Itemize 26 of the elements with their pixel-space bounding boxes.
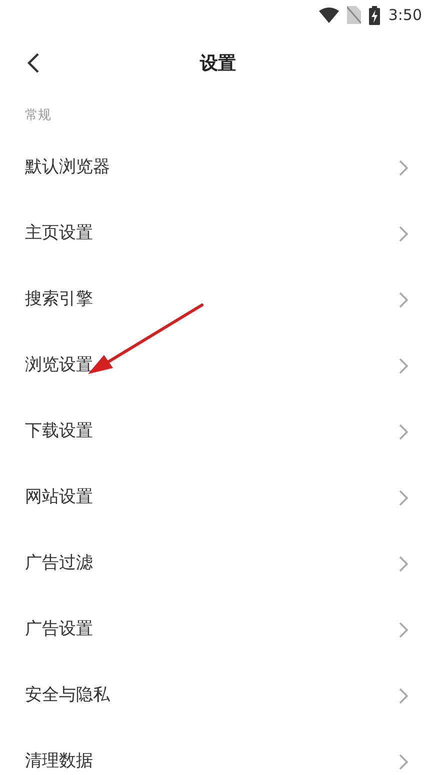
page-title: 设置 xyxy=(200,52,236,76)
chevron-right-icon xyxy=(399,754,408,770)
settings-item[interactable]: 安全与隐私 xyxy=(0,663,436,729)
settings-item[interactable]: 广告设置 xyxy=(0,597,436,663)
clock-time: 3:50 xyxy=(388,4,422,26)
chevron-right-icon xyxy=(399,292,408,308)
wifi-icon xyxy=(319,7,340,23)
settings-item[interactable]: 网站设置 xyxy=(0,465,436,531)
settings-item[interactable]: 主页设置 xyxy=(0,201,436,267)
chevron-right-icon xyxy=(399,358,408,374)
settings-item[interactable]: 浏览设置 xyxy=(0,333,436,399)
chevron-right-icon xyxy=(399,160,408,176)
chevron-right-icon xyxy=(399,490,408,506)
chevron-right-icon xyxy=(399,226,408,242)
settings-item[interactable]: 清理数据 xyxy=(0,729,436,775)
chevron-right-icon xyxy=(399,424,408,440)
no-sim-icon xyxy=(347,6,362,24)
settings-item[interactable]: 下载设置 xyxy=(0,399,436,465)
settings-item[interactable]: 搜索引擎 xyxy=(0,267,436,333)
settings-item[interactable]: 广告过滤 xyxy=(0,531,436,597)
chevron-right-icon xyxy=(399,622,408,638)
settings-item[interactable]: 默认浏览器 xyxy=(0,135,436,201)
section-header: 常规 xyxy=(24,107,52,125)
chevron-right-icon xyxy=(399,556,408,572)
chevron-right-icon xyxy=(399,688,408,704)
battery-charging-icon xyxy=(369,6,380,24)
